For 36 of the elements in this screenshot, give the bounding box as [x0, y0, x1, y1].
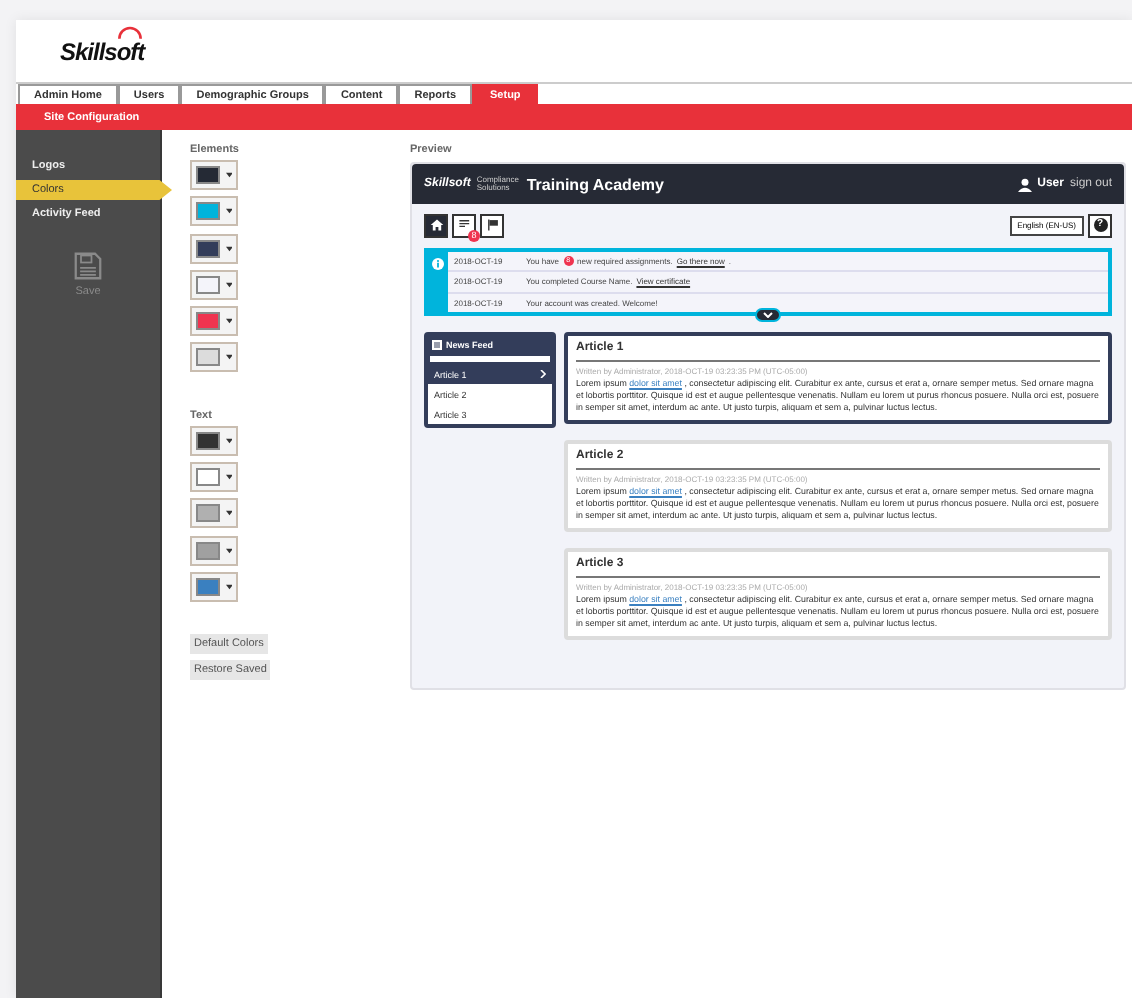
color-picker[interactable] — [190, 342, 238, 373]
caret-icon — [225, 547, 232, 554]
chevron-right-icon — [540, 370, 546, 378]
list-icon — [457, 218, 471, 232]
caret-icon — [225, 510, 232, 517]
color-picker[interactable] — [190, 571, 238, 602]
caret-icon — [225, 474, 232, 481]
search-field[interactable] — [428, 354, 552, 364]
logo: Skillsoft — [60, 37, 145, 65]
caret-icon — [225, 172, 232, 178]
caret-icon — [225, 354, 232, 361]
caret-icon — [225, 583, 232, 590]
flag-button[interactable] — [480, 213, 504, 237]
color-picker[interactable] — [190, 160, 238, 190]
color-picker[interactable] — [190, 269, 238, 300]
logo-arc-icon — [116, 23, 144, 39]
expand-button[interactable] — [755, 308, 781, 322]
home-button[interactable] — [424, 213, 448, 237]
user-icon — [1017, 177, 1032, 191]
chevron-down-icon — [763, 312, 773, 318]
caret-icon — [225, 281, 232, 288]
color-picker[interactable] — [190, 196, 238, 227]
caret-icon — [225, 245, 232, 252]
color-picker[interactable] — [190, 233, 238, 264]
color-picker[interactable] — [190, 306, 238, 337]
flag-icon — [485, 218, 499, 232]
site-title: Training Academy — [526, 175, 664, 193]
color-picker[interactable] — [190, 462, 238, 493]
home-icon — [429, 218, 443, 232]
caret-icon — [225, 437, 232, 444]
caret-icon — [225, 318, 232, 325]
color-picker[interactable] — [190, 498, 238, 529]
info-icon — [432, 258, 444, 270]
color-picker[interactable] — [190, 535, 238, 566]
color-picker[interactable] — [190, 425, 238, 456]
caret-icon — [225, 208, 232, 215]
